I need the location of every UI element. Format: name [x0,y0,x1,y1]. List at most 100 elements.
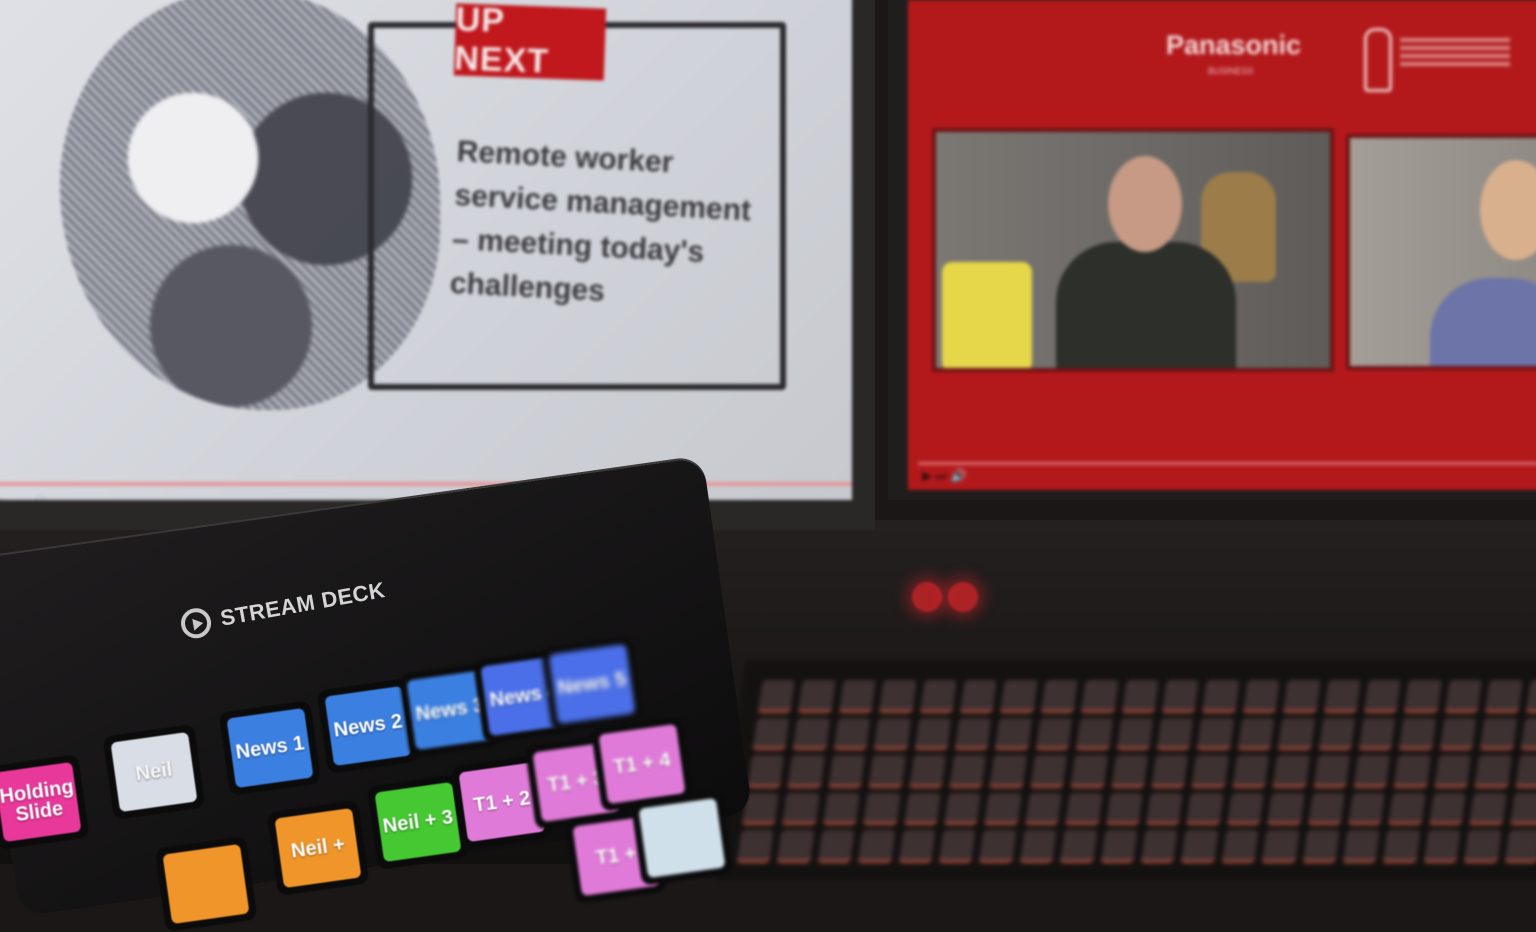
keyboard-key [1227,792,1264,823]
stream-deck-key-label: T1 + 2 [472,787,532,817]
stream-deck-key[interactable] [630,790,734,886]
stream-deck-key-face [162,843,250,925]
slide-title: Remote worker service management – meeti… [449,134,752,308]
stream-deck-key-face: Neil + [274,807,362,889]
left-monitor: UP NEXT Remote worker service management… [0,0,875,530]
brand-logo-subtext: BUSINESS [1208,66,1254,76]
stream-deck-key-label: Holding Slide [0,776,75,827]
keyboard-key [979,830,1017,860]
keyboard-key [1071,755,1108,785]
keyboard-key [1510,792,1536,823]
keyboard-key [1283,680,1321,710]
keyboard-key [1469,792,1507,823]
keyboard-key [1162,680,1200,710]
speaker-1-head [1108,156,1182,252]
stream-deck-key-label: News 1 [234,732,306,764]
keyboard-key [1308,792,1345,823]
video-progress-bar[interactable] [0,482,852,486]
keyboard-key [863,792,901,823]
video-controls[interactable]: ▶ ⏭ 🔊 [922,468,967,484]
keyboard-key [995,717,1033,748]
stream-deck-key[interactable]: Neil [102,724,206,820]
keyboard-key [914,717,952,748]
keyboard-key [939,830,976,860]
keyboard-key [1141,830,1178,860]
left-monitor-screen: UP NEXT Remote worker service management… [0,0,852,500]
monitor-power-led [948,582,978,612]
video-tile-speaker-1 [932,128,1334,372]
keyboard-key [1157,717,1194,748]
keyboard-key [1036,717,1073,748]
keyboard-key [955,717,992,748]
stream-deck-key-label: News 3 [414,694,486,726]
keyboard-key [1404,680,1442,710]
keyboard-key [1041,680,1078,710]
keyboard-key [828,755,866,785]
keyboard-key [1394,755,1431,785]
stream-deck-key[interactable]: News 5 [540,636,644,732]
video-tile-speaker-2 [1346,134,1536,370]
stream-deck-key-face: Holding Slide [0,761,82,843]
keyboard-key [1520,717,1536,748]
keyboard-key [1116,717,1154,748]
up-next-badge: UP NEXT [454,0,607,81]
keyboard-key [1364,680,1402,710]
keyboard-key [1081,680,1119,710]
stream-deck-key-face: Neil [110,731,198,813]
elgato-logo-icon [178,605,214,641]
stream-deck-key-label: T1 + [594,842,638,870]
keyboard-key [1399,717,1437,748]
keyboard-key [1348,792,1386,823]
keyboard-key [1504,830,1536,860]
stream-deck-key[interactable]: News 1 [218,700,322,796]
stream-deck-key-face: News 1 [226,707,314,789]
keyboard-key [758,680,796,710]
keyboard-key [1429,792,1466,823]
keyboard-key [904,792,941,823]
keyboard-key [1122,680,1159,710]
keyboard-key [898,830,936,860]
video-controls[interactable]: ▶ ⏭ 🔊 [0,495,49,500]
keyboard-key [777,830,815,860]
keyboard-key [920,680,957,710]
keyboard-key [909,755,947,785]
stream-deck-key-face: News 2 [324,685,412,767]
keyboard-key [879,680,917,710]
partner-logo-text [1400,38,1510,68]
stream-deck-brand: STREAM DECK [178,575,388,641]
video-progress-bar[interactable] [918,462,1536,465]
keyboard-key [1187,792,1224,823]
stream-deck-key-label: T1 + 4 [612,749,672,779]
keyboard-key [1020,830,1057,860]
keyboard-key [823,792,860,823]
keyboard-key [1106,792,1143,823]
keyboard-key [747,755,785,785]
keyboard-key [1383,830,1421,860]
keyboard-key [1526,680,1536,710]
stream-deck-key[interactable]: Holding Slide [0,754,90,850]
keyboard-key [1440,717,1477,748]
keyboard-key [1151,755,1189,785]
keyboard-key [1076,717,1113,748]
keyboard-key [1424,830,1461,860]
keyboard-key [1181,830,1219,860]
speaker-1-body [1056,242,1236,368]
keyboard-key [858,830,896,860]
keyboard-key [1222,830,1259,860]
keyboard-key [1353,755,1391,785]
stream-deck-key[interactable]: Neil + [266,800,370,896]
stream-deck-key-face: News 5 [548,643,636,725]
keyboard-key [1445,680,1482,710]
keyboard-key [1267,792,1305,823]
keyboard-key [834,717,871,748]
keyboard-key [788,755,825,785]
keyboard-key [1464,830,1502,860]
stream-deck-key[interactable] [154,836,258,932]
keyboard-key [839,680,876,710]
keyboard-key [1480,717,1517,748]
stream-deck-key-label: Neil + 3 [381,806,455,838]
keyboard-key [1359,717,1396,748]
keyboard-key [1313,755,1351,785]
keyboard-key [1278,717,1315,748]
keyboard-key [1475,755,1512,785]
